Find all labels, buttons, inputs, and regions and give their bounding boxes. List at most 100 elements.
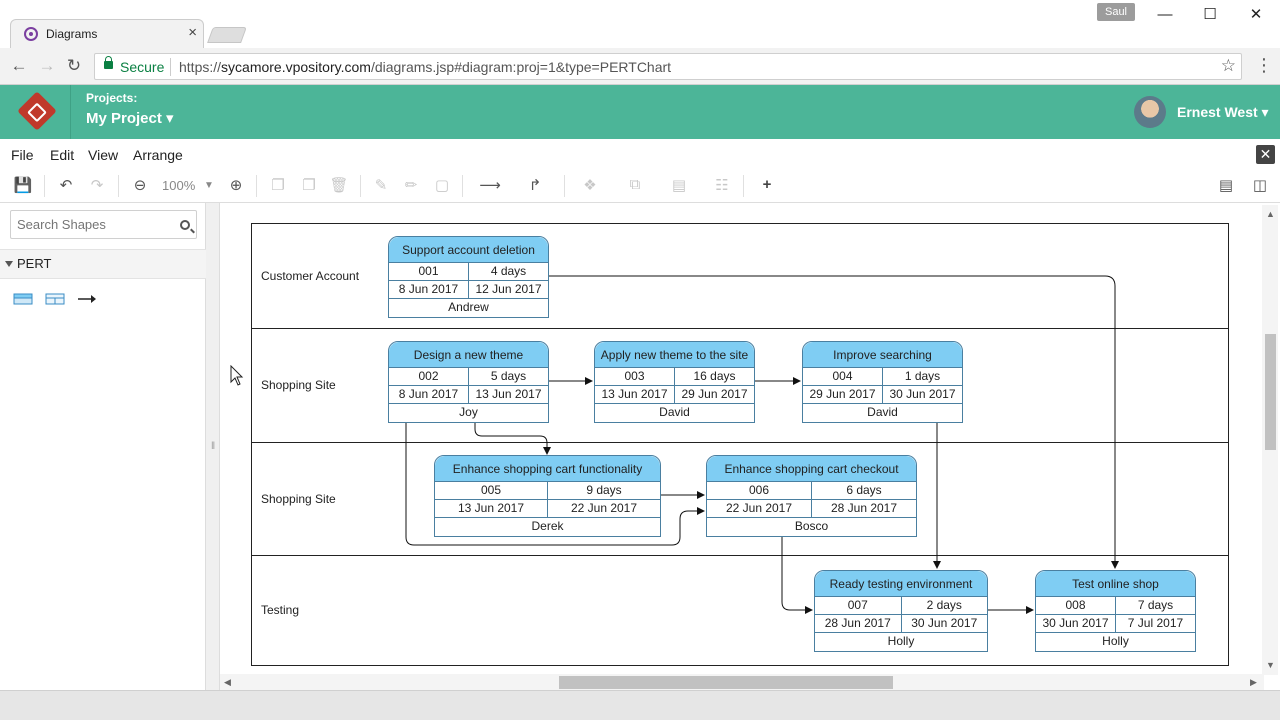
task-duration: 16 days <box>674 368 754 385</box>
minimize-icon[interactable]: — <box>1155 5 1175 25</box>
save-icon[interactable]: 💾 <box>13 176 33 194</box>
task-id: 006 <box>748 483 770 497</box>
task-end: 12 Jun 2017 <box>468 281 548 298</box>
close-panel-icon[interactable]: ✕ <box>1256 145 1275 164</box>
app-header <box>0 85 1280 139</box>
pert-task[interactable]: Enhance shopping cart checkout 006 6 days… <box>706 455 917 537</box>
zoom-dropdown-icon[interactable]: ▼ <box>199 180 219 191</box>
pert-task[interactable]: Test online shop 008 7 days 30 Jun 2017 7 … <box>1035 570 1196 652</box>
lock-icon <box>104 56 113 69</box>
task-name: Improve searching <box>803 342 962 368</box>
scroll-up-icon[interactable]: ▲ <box>1266 209 1275 219</box>
toolbar-separator <box>44 175 45 197</box>
format-panel-icon[interactable]: ▤ <box>1216 176 1236 194</box>
lane-label: Shopping Site <box>261 378 336 392</box>
undo-icon[interactable]: ↶ <box>56 176 76 194</box>
pert-category-label: PERT <box>17 256 52 271</box>
duplicate-icon[interactable]: ❐ <box>268 176 288 194</box>
scroll-left-icon[interactable]: ◀ <box>224 677 231 688</box>
user-avatar[interactable] <box>1134 96 1166 128</box>
order-icon[interactable]: ⧉ <box>620 176 650 193</box>
search-shapes-input[interactable] <box>10 210 197 239</box>
pert-task[interactable]: Apply new theme to the site 003 16 days 1… <box>594 341 755 423</box>
scroll-right-icon[interactable]: ▶ <box>1250 677 1257 688</box>
align-icon[interactable]: ▤ <box>664 176 694 194</box>
task-end: 30 Jun 2017 <box>900 615 988 632</box>
url-text: https://sycamore.vpository.com/diagrams.… <box>179 59 671 75</box>
scroll-down-icon[interactable]: ▼ <box>1266 660 1275 670</box>
window-close-icon[interactable]: ✕ <box>1246 5 1266 25</box>
lane-label: Customer Account <box>261 269 360 283</box>
task-duration: 7 days <box>1115 597 1195 614</box>
task-end: 22 Jun 2017 <box>547 500 660 517</box>
task-end: 13 Jun 2017 <box>468 386 548 403</box>
menu-arrange[interactable]: Arrange <box>133 147 183 163</box>
search-icon[interactable] <box>180 220 190 230</box>
pert-task-shape-icon[interactable] <box>13 293 33 305</box>
back-icon[interactable]: ← <box>9 55 29 77</box>
new-tab-button[interactable] <box>207 27 247 43</box>
task-name: Support account deletion <box>389 237 548 263</box>
task-owner: Derek <box>531 519 564 533</box>
fill-color-icon[interactable]: ✎ <box>371 176 391 194</box>
pert-task[interactable]: Ready testing environment 007 2 days 28 J… <box>814 570 988 652</box>
vertical-scroll-thumb[interactable] <box>1265 334 1276 450</box>
toolbar-separator <box>360 175 361 197</box>
url-input[interactable]: Secure https://sycamore.vpository.com/di… <box>94 53 1242 80</box>
collapse-arrow-icon[interactable] <box>5 261 13 267</box>
distribute-icon[interactable]: ☷ <box>707 176 737 194</box>
delete-icon[interactable]: 🗑 <box>329 176 349 194</box>
insert-icon[interactable]: + <box>752 176 782 193</box>
connector-style-icon[interactable]: ⟶ <box>475 176 505 194</box>
tab-close-icon[interactable]: × <box>188 24 197 41</box>
line-color-icon[interactable]: ✏ <box>401 176 421 194</box>
pert-task[interactable]: Improve searching 004 1 days 29 Jun 2017 3… <box>802 341 963 423</box>
status-bar <box>0 690 1280 720</box>
task-end: 30 Jun 2017 <box>882 386 962 403</box>
pert-task[interactable]: Design a new theme 002 5 days 8 Jun 2017 1… <box>388 341 549 423</box>
url-path: /diagrams.jsp#diagram:proj=1&type=PERTCh… <box>370 59 672 75</box>
project-selector[interactable]: My Project ▾ <box>86 109 174 127</box>
pert-task[interactable]: Support account deletion 001 4 days 8 Jun… <box>388 236 549 318</box>
task-name: Apply new theme to the site <box>595 342 754 368</box>
menu-edit[interactable]: Edit <box>50 147 74 163</box>
task-owner: Andrew <box>448 300 489 314</box>
zoom-out-icon[interactable]: ⊖ <box>130 176 150 194</box>
zoom-in-icon[interactable]: ⊕ <box>226 176 246 194</box>
group-icon[interactable]: ❖ <box>575 176 605 194</box>
menu-view[interactable]: View <box>88 147 118 163</box>
toolbar-separator <box>462 175 463 197</box>
task-name: Enhance shopping cart functionality <box>435 456 660 482</box>
task-duration: 1 days <box>882 368 962 385</box>
zoom-level[interactable]: 100% <box>162 178 195 193</box>
shadow-icon[interactable]: ▢ <box>432 176 452 194</box>
profile-chip[interactable]: Saul <box>1097 3 1135 21</box>
paste-icon[interactable]: ❐ <box>299 176 319 194</box>
task-name: Test online shop <box>1036 571 1195 597</box>
menu-file[interactable]: File <box>11 147 34 163</box>
pert-table-shape-icon[interactable] <box>45 293 65 305</box>
pert-task[interactable]: Enhance shopping cart functionality 005 9… <box>434 455 661 537</box>
reload-icon[interactable]: ↻ <box>64 55 84 77</box>
url-host: sycamore.vpository.com <box>221 59 371 75</box>
resize-grip-icon[interactable]: ‖ <box>211 441 215 452</box>
bookmark-star-icon[interactable]: ☆ <box>1221 56 1236 76</box>
secure-label: Secure <box>120 59 165 75</box>
browser-menu-icon[interactable]: ⋮ <box>1255 55 1273 76</box>
task-id: 008 <box>1065 598 1086 612</box>
task-name: Ready testing environment <box>815 571 987 597</box>
horizontal-scroll-thumb[interactable] <box>559 676 893 689</box>
layout-panel-icon[interactable]: ◫ <box>1246 176 1274 194</box>
dependency-arrow-shape-icon[interactable] <box>77 293 97 305</box>
redo-icon[interactable]: ↷ <box>87 176 107 194</box>
browser-tab[interactable]: Diagrams × <box>10 19 204 48</box>
task-owner: Holly <box>1102 634 1129 648</box>
task-name: Design a new theme <box>389 342 548 368</box>
task-start: 8 Jun 2017 <box>398 387 459 401</box>
task-end: 29 Jun 2017 <box>674 386 754 403</box>
waypoint-style-icon[interactable]: ↱ <box>520 176 550 194</box>
toolbar-separator <box>118 175 119 197</box>
forward-icon[interactable]: → <box>37 55 57 77</box>
maximize-icon[interactable]: ☐ <box>1200 5 1220 25</box>
user-menu[interactable]: Ernest West ▾ <box>1177 104 1269 121</box>
